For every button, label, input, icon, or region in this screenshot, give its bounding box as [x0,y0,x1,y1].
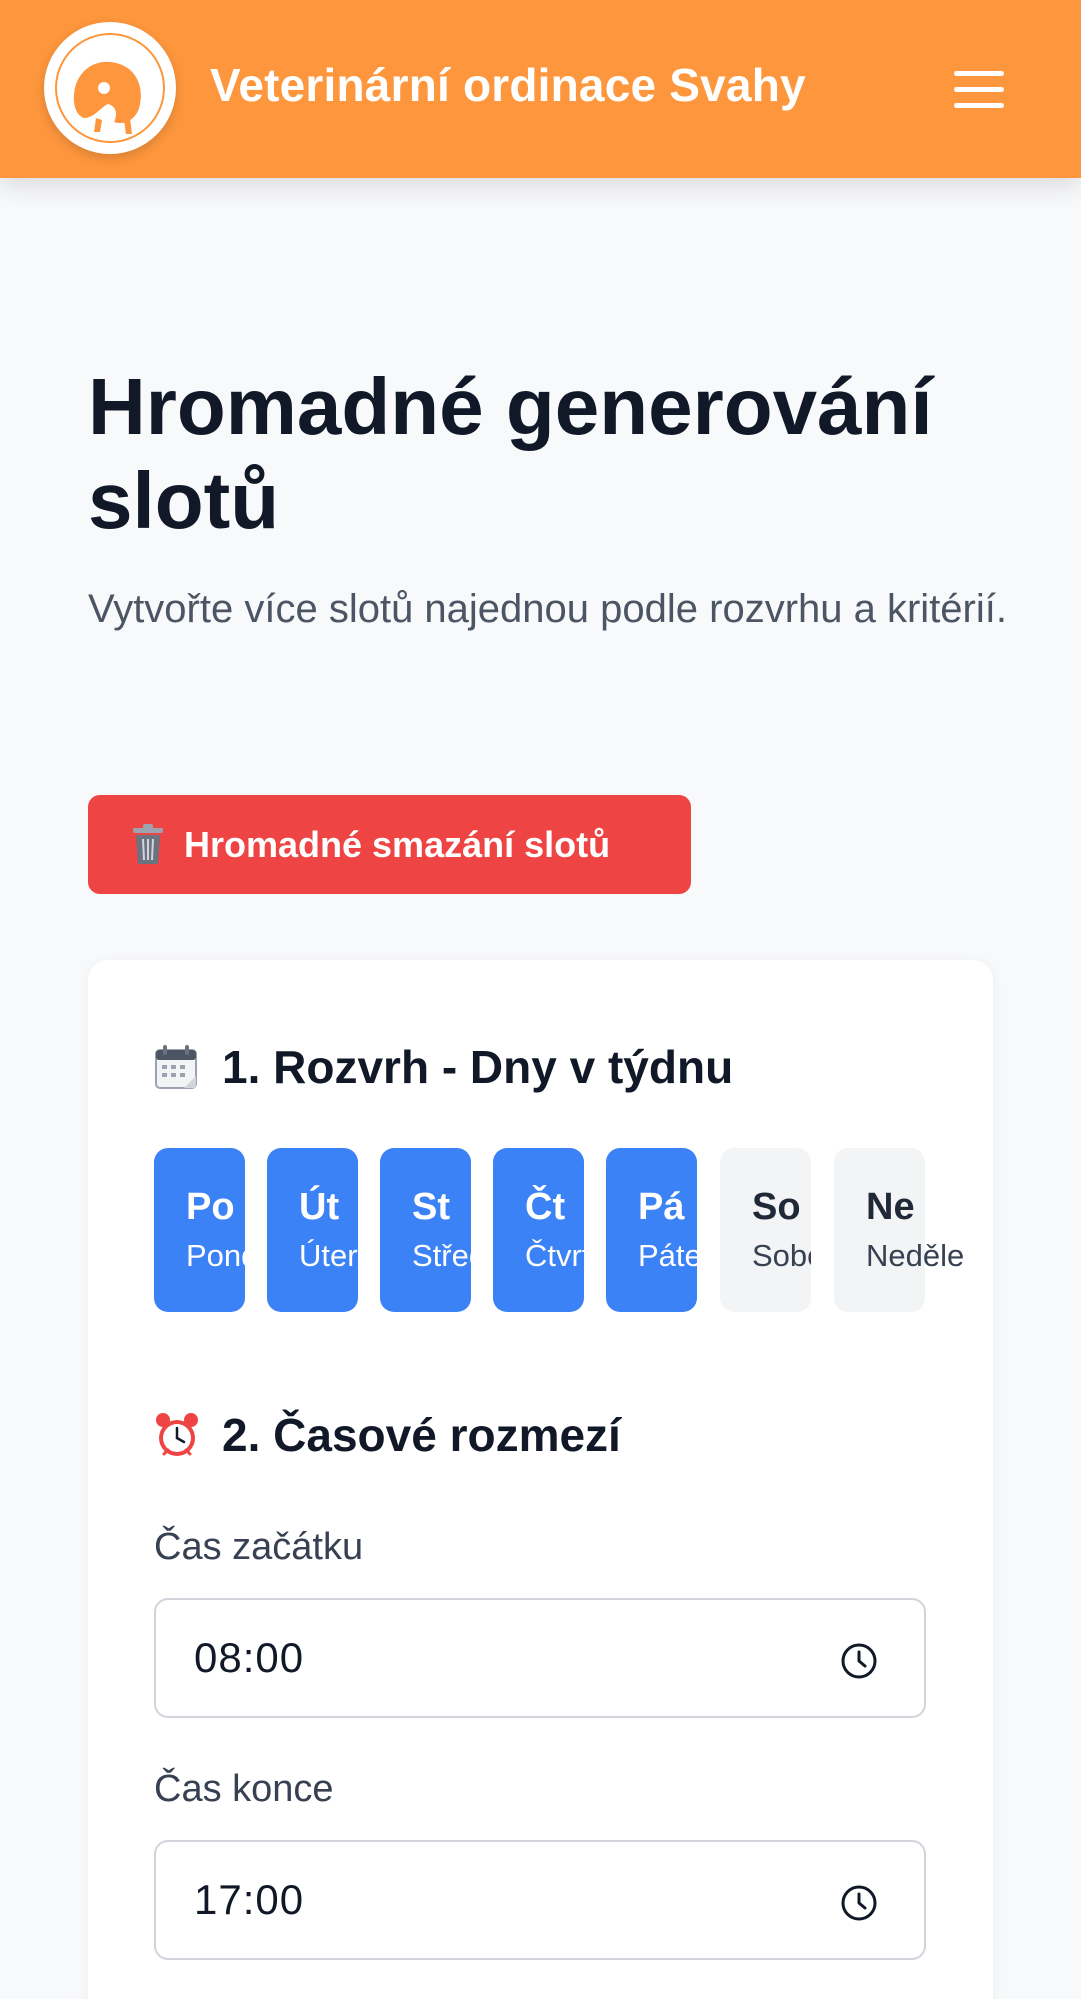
day-short: Čt [525,1186,566,1228]
day-toggle-ne[interactable]: Ne Neděle [834,1148,964,1312]
day-toggle-po[interactable]: Po Pondělí [154,1148,245,1312]
generator-card: 1. Rozvrh - Dny v týdnu Po Pondělí Út Út… [88,960,993,1999]
day-short: Po [186,1186,235,1228]
time-range-section-title: 2. Časové rozmezí [154,1408,621,1462]
schedule-title-text: 1. Rozvrh - Dny v týdnu [222,1041,734,1093]
dog-logo-icon[interactable]: Veterina Svahy [44,22,176,154]
start-time-label: Čas začátku [154,1526,364,1568]
day-long: Pátek [638,1238,697,1273]
day-short: Út [299,1186,340,1228]
day-long: Čtvrtek [525,1238,584,1273]
bulk-delete-button[interactable]: Hromadné smazání slotů [88,795,691,894]
page-subtitle: Vytvořte více slotů najednou podle rozvr… [88,587,1007,631]
day-long: Středa [412,1238,471,1273]
end-time-input[interactable]: 17:00 [154,1840,926,1960]
logo-text: Veterina Svahy [44,22,45,23]
end-time-label: Čas konce [154,1768,334,1810]
page-title: Hromadné generování slotů [88,362,933,545]
time-range-title-text: 2. Časové rozmezí [222,1409,621,1461]
day-long: Sobota [752,1238,811,1273]
weekday-selector: Po Pondělí Út Úterý St Středa Čt Čtvrtek… [154,1148,964,1312]
day-long: Neděle [866,1238,965,1273]
day-toggle-pa[interactable]: Pá Pátek [606,1148,697,1312]
day-short: Ne [866,1186,915,1228]
start-time-input[interactable]: 08:00 [154,1598,926,1718]
clock-icon[interactable] [840,1642,878,1680]
hamburger-menu-icon[interactable] [954,62,1008,116]
bulk-delete-label: Hromadné smazání slotů [184,823,611,865]
alarm-clock-icon [156,1413,198,1456]
day-toggle-so[interactable]: So Sobota [720,1148,811,1312]
day-long: Úterý [299,1238,358,1273]
day-toggle-ut[interactable]: Út Úterý [267,1148,358,1312]
day-toggle-ct[interactable]: Čt Čtvrtek [493,1148,584,1312]
site-title[interactable]: Veterinární ordinace Svahy [210,58,806,112]
trash-icon [133,823,163,864]
day-short: So [752,1186,801,1228]
end-time-value: 17:00 [194,1876,305,1923]
day-toggle-st[interactable]: St Středa [380,1148,471,1312]
clock-icon[interactable] [840,1884,878,1922]
site-header: Veterina Svahy Veterinární ordinace Svah… [0,0,1081,178]
schedule-section-title: 1. Rozvrh - Dny v týdnu [154,1040,733,1094]
day-short: St [412,1186,450,1228]
calendar-icon [155,1045,197,1089]
day-long: Pondělí [186,1238,245,1273]
day-short: Pá [638,1186,685,1228]
start-time-value: 08:00 [194,1634,305,1681]
